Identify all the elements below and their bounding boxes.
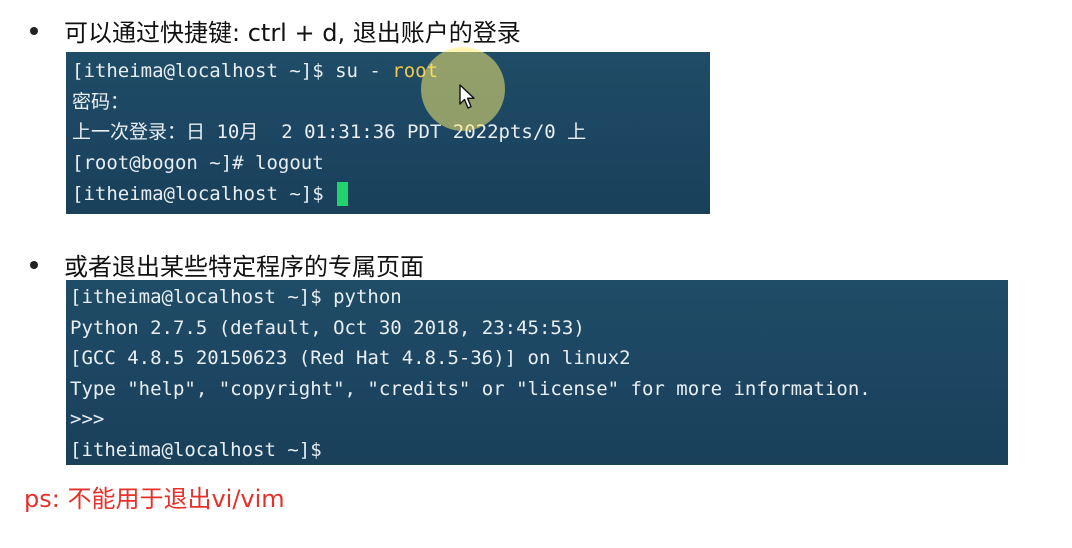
bullet-dot-icon [30, 260, 38, 269]
terminal-line: [itheima@localhost ~]$ [72, 179, 710, 210]
ps-note: ps: 不能用于退出vi/vim [24, 485, 285, 513]
terminal-line: 上一次登录：日 10月 2 01:31:36 PDT 2022pts/0 上 [72, 121, 587, 144]
terminal-cursor [337, 182, 349, 207]
terminal-line: [itheima@localhost ~]$ su - root [72, 56, 710, 87]
terminal-line: [root@bogon ~]# logout [72, 152, 324, 175]
terminal-line: Python 2.7.5 (default, Oct 30 2018, 23:4… [70, 316, 585, 339]
terminal-prompt-command: [itheima@localhost ~]$ su - [72, 60, 393, 82]
mouse-pointer-icon [459, 84, 475, 109]
bullet-dot-icon [30, 26, 38, 35]
bullet-item-exit-program: 或者退出某些特定程序的专属页面 [30, 247, 424, 282]
terminal-line: [itheima@localhost ~]$ [70, 438, 322, 461]
bullet-item-shortcut: 可以通过快捷键: ctrl + d, 退出账户的登录 [30, 13, 521, 48]
terminal-line: [itheima@localhost ~]$ python [70, 286, 402, 308]
terminal-line: 密码： [72, 90, 130, 113]
highlighted-argument: root [392, 60, 439, 82]
terminal-line: [GCC 4.8.5 20150623 (Red Hat 4.8.5-36)] … [70, 347, 631, 370]
terminal-screenshot-logout: [itheima@localhost ~]$ su - root 密码： 上一次… [66, 52, 710, 214]
terminal-prompt: [itheima@localhost ~]$ [72, 182, 336, 205]
terminal-screenshot-python: [itheima@localhost ~]$ python Python 2.7… [66, 280, 1008, 465]
slide: 可以通过快捷键: ctrl + d, 退出账户的登录 [itheima@loca… [0, 0, 1072, 548]
bullet-text: 或者退出某些特定程序的专属页面 [64, 253, 424, 281]
bullet-text: 可以通过快捷键: ctrl + d, 退出账户的登录 [64, 19, 521, 47]
terminal-line: Type "help", "copyright", "credits" or "… [70, 377, 871, 400]
terminal-line: >>> [70, 408, 105, 431]
